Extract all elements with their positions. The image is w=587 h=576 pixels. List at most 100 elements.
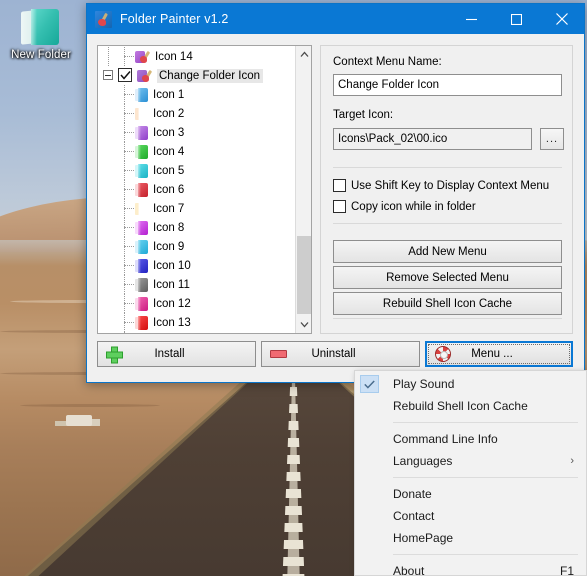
- tree-row[interactable]: Icon 9: [98, 237, 295, 256]
- scroll-down-arrow-icon[interactable]: [296, 316, 311, 333]
- folder-icon: [135, 182, 148, 197]
- maximize-button[interactable]: [494, 4, 539, 34]
- add-new-menu-button[interactable]: Add New Menu: [333, 240, 562, 263]
- tree-row[interactable]: Icon 14: [98, 47, 295, 66]
- tree-row[interactable]: Icon 7: [98, 199, 295, 218]
- app-context-menu[interactable]: Play Sound Rebuild Shell Icon Cache Comm…: [354, 370, 587, 576]
- uninstall-button[interactable]: Uninstall: [261, 341, 420, 367]
- tree-row-label: Icon 13: [153, 316, 191, 329]
- tree-row-label: Icon 5: [153, 164, 185, 177]
- folder-icon: [135, 163, 148, 178]
- desktop: New Folder Folder Painter v1.2 Icon 14 C…: [0, 0, 587, 576]
- tree-row-label: Icon 9: [153, 240, 185, 253]
- folder-icon: [135, 239, 148, 254]
- close-button[interactable]: [539, 4, 584, 34]
- scroll-up-arrow-icon[interactable]: [296, 46, 311, 63]
- context-menu-name-label: Context Menu Name:: [333, 56, 442, 68]
- menu-item-label: Languages: [393, 454, 453, 468]
- folder-icon: [19, 8, 63, 46]
- tree-row-label: Icon 14: [155, 50, 193, 63]
- tree-row-label: Change Folder Icon: [157, 68, 264, 83]
- folder-icon: [135, 220, 148, 235]
- menu-item-languages[interactable]: Languages ›: [355, 450, 586, 472]
- checkbox-use-shift-key[interactable]: Use Shift Key to Display Context Menu: [333, 179, 549, 192]
- tree-row[interactable]: Icon 5: [98, 161, 295, 180]
- menu-item-donate[interactable]: Donate: [355, 483, 586, 505]
- menu-separator: [393, 477, 578, 478]
- window-title: Folder Painter v1.2: [120, 12, 229, 26]
- menu-item-label: Rebuild Shell Icon Cache: [393, 399, 528, 413]
- menu-item-about[interactable]: About F1: [355, 560, 586, 576]
- menu-item-contact[interactable]: Contact: [355, 505, 586, 527]
- tree-row[interactable]: Icon 13: [98, 313, 295, 332]
- collapse-expander-icon[interactable]: [103, 70, 113, 80]
- target-icon-label: Target Icon:: [333, 109, 394, 121]
- window-body: Icon 14 Change Folder Icon Icon 1 Icon 2…: [87, 34, 584, 382]
- remove-selected-menu-button[interactable]: Remove Selected Menu: [333, 266, 562, 289]
- tree-row[interactable]: Icon 11: [98, 275, 295, 294]
- folder-icon: [135, 277, 148, 292]
- desktop-icon-new-folder[interactable]: New Folder: [5, 8, 77, 62]
- context-menu-name-input[interactable]: Change Folder Icon: [333, 74, 562, 96]
- tree-row-label: Icon 7: [153, 202, 185, 215]
- bottom-button-bar: Install Uninstall Menu ...: [97, 341, 574, 367]
- checkbox-copy-icon-while-in-folder[interactable]: Copy icon while in folder: [333, 200, 476, 213]
- folder-icon: [135, 87, 148, 102]
- tree-checkbox[interactable]: [118, 68, 132, 82]
- tree-row[interactable]: Icon 2: [98, 104, 295, 123]
- menu-item-homepage[interactable]: HomePage: [355, 527, 586, 549]
- folder-icon: [135, 258, 148, 273]
- checkbox-box[interactable]: [333, 179, 346, 192]
- red-minus-icon: [270, 350, 287, 358]
- tree-row-label: Icon 2: [153, 107, 185, 120]
- tree-row[interactable]: Icon 8: [98, 218, 295, 237]
- tree-scrollbar[interactable]: [295, 46, 311, 333]
- desktop-icon-label: New Folder: [11, 49, 71, 61]
- folder-icon: [135, 315, 148, 330]
- scrollbar-thumb[interactable]: [297, 236, 311, 314]
- tree-row-label: Icon 12: [153, 297, 191, 310]
- menu-button[interactable]: Menu ...: [425, 341, 573, 367]
- tree-row-label: Icon 3: [153, 126, 185, 139]
- checkbox-label: Copy icon while in folder: [351, 200, 476, 213]
- tree-row[interactable]: Icon 1: [98, 85, 295, 104]
- rebuild-shell-icon-cache-button[interactable]: Rebuild Shell Icon Cache: [333, 292, 562, 315]
- tree-row[interactable]: Icon 6: [98, 180, 295, 199]
- tree-row[interactable]: Icon 12: [98, 294, 295, 313]
- tree-row[interactable]: Icon 10: [98, 256, 295, 275]
- menu-item-play-sound[interactable]: Play Sound: [355, 373, 586, 395]
- window-titlebar[interactable]: Folder Painter v1.2: [87, 4, 584, 34]
- tree-row-label: Icon 1: [153, 88, 185, 101]
- icon-tree-panel: Icon 14 Change Folder Icon Icon 1 Icon 2…: [97, 45, 312, 334]
- folder-icon-special: [135, 50, 151, 64]
- divider: [333, 223, 562, 224]
- menu-item-rebuild-shell-icon-cache[interactable]: Rebuild Shell Icon Cache: [355, 395, 586, 417]
- target-icon-input[interactable]: Icons\Pack_02\00.ico: [333, 128, 532, 150]
- tree-row[interactable]: Icon 14: [98, 332, 295, 333]
- menu-separator: [393, 422, 578, 423]
- folder-icon: [135, 201, 148, 216]
- checkmark-icon: [360, 375, 379, 393]
- chevron-right-icon: ›: [570, 455, 574, 467]
- divider: [333, 318, 562, 319]
- app-paint-brush-icon: [95, 10, 112, 28]
- menu-item-label: HomePage: [393, 531, 454, 545]
- window-controls: [449, 4, 584, 34]
- install-button[interactable]: Install: [97, 341, 256, 367]
- tree-row-label: Icon 4: [153, 145, 185, 158]
- tree-row[interactable]: Icon 3: [98, 123, 295, 142]
- life-preserver-icon: [435, 346, 451, 362]
- browse-button[interactable]: ...: [540, 128, 564, 150]
- menu-item-label: Play Sound: [393, 377, 455, 391]
- folder-icon: [135, 106, 148, 121]
- tree-row-root-change-folder-icon[interactable]: Change Folder Icon: [98, 66, 295, 85]
- icon-tree-list[interactable]: Icon 14 Change Folder Icon Icon 1 Icon 2…: [98, 46, 295, 333]
- folder-icon: [135, 125, 148, 140]
- tree-row[interactable]: Icon 4: [98, 142, 295, 161]
- checkbox-box[interactable]: [333, 200, 346, 213]
- menu-item-label: Donate: [393, 487, 432, 501]
- menu-item-command-line-info[interactable]: Command Line Info: [355, 428, 586, 450]
- folder-icon-special: [137, 69, 153, 83]
- checkbox-label: Use Shift Key to Display Context Menu: [351, 179, 550, 192]
- minimize-button[interactable]: [449, 4, 494, 34]
